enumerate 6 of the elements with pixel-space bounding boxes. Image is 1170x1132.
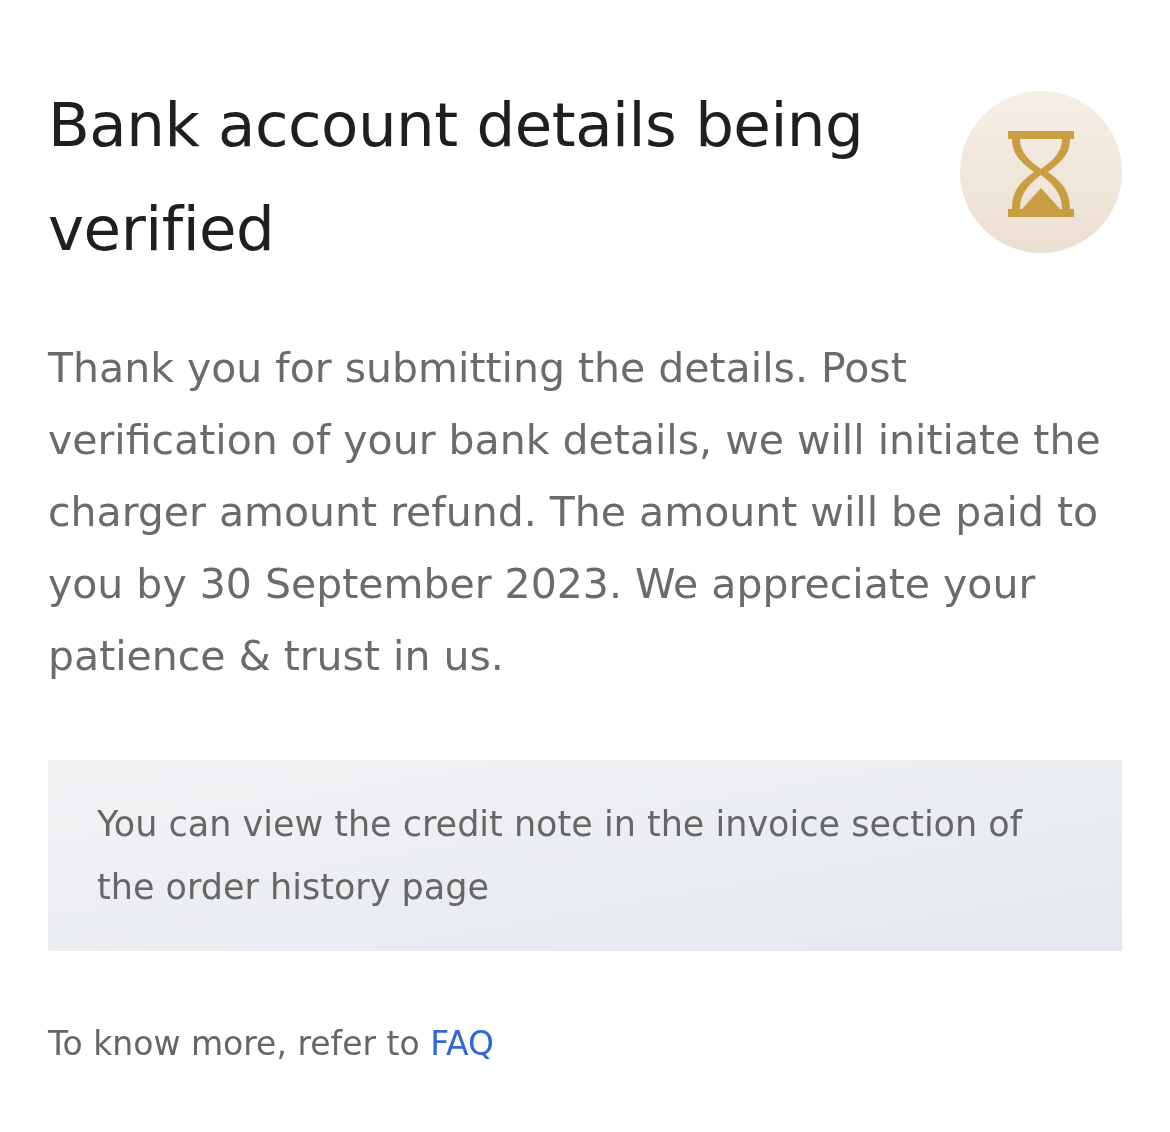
more-info-text: To know more, refer to FAQ xyxy=(48,1024,496,1064)
message-text: Thank you for submitting the details. Post verification of your bank details, we will initiate the charger amount refund. The amount will be paid to you by 30 September 2023. We appreciate your patience & trust in us. xyxy=(48,343,1102,682)
page-title: Bank account details being verified xyxy=(48,88,865,266)
faq-link[interactable]: FAQ xyxy=(430,1024,495,1063)
hourglass-icon xyxy=(960,91,1122,253)
note-text: You can view the credit note in the invoice section of the order history page xyxy=(97,803,1024,909)
